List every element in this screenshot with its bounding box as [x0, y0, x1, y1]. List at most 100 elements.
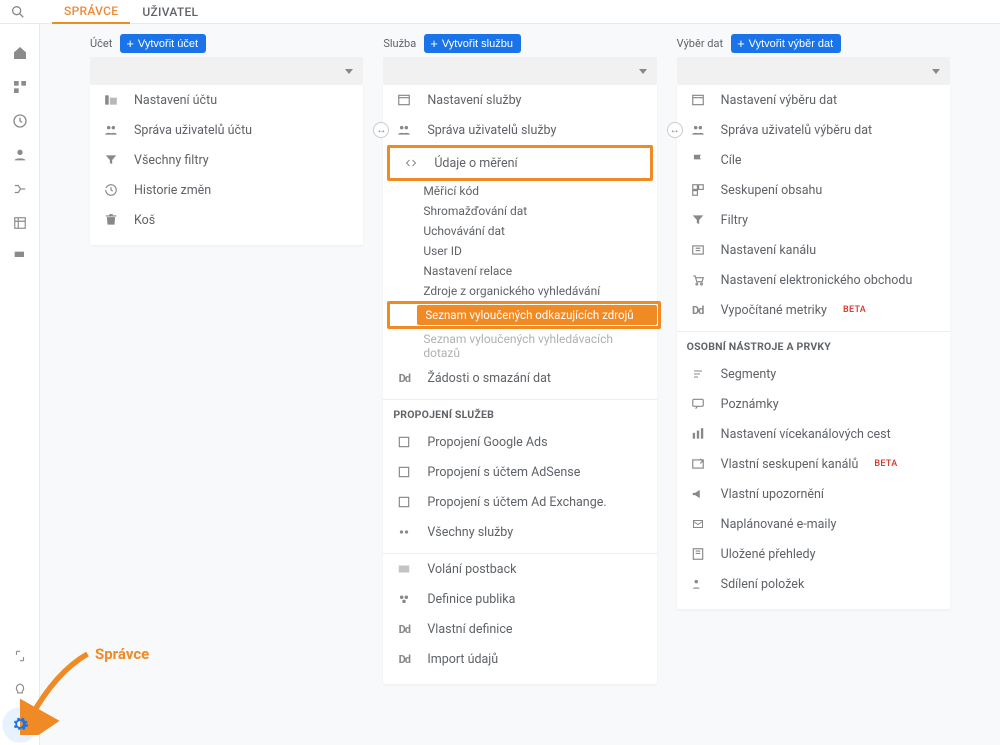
data-collection[interactable]: Shromažďování dat [415, 201, 656, 221]
custom-alerts-item[interactable]: Vlastní upozornění [677, 479, 950, 509]
channel-settings-item[interactable]: Nastavení kanálu [677, 235, 950, 265]
annotation-label: Správce [95, 645, 149, 663]
create-view-button[interactable]: +Vytvořit výběr dat [731, 34, 841, 53]
beta-badge: BETA [843, 305, 866, 315]
carry-dot[interactable]: ↔ [667, 122, 683, 138]
acquisition-icon[interactable] [11, 180, 29, 198]
tab-admin[interactable]: SPRÁVCE [52, 0, 130, 24]
filter-icon [100, 152, 122, 168]
multichannel-item[interactable]: Nastavení vícekanálových cest [677, 419, 950, 449]
custom-channel-icon [687, 456, 709, 472]
email-icon [687, 516, 709, 532]
beta-badge: BETA [874, 459, 897, 469]
home-icon[interactable] [11, 44, 29, 62]
admin-main: Účet +Vytvořit účet Nastavení účtu Správ… [40, 24, 1000, 745]
annotations-item[interactable]: Poznámky [677, 389, 950, 419]
dd-icon: Dd [393, 370, 415, 386]
account-column: Účet +Vytvořit účet Nastavení účtu Správ… [90, 34, 363, 684]
cart-icon [687, 272, 709, 288]
attribution-icon[interactable] [11, 647, 29, 665]
all-products-item[interactable]: Všechny služby [383, 517, 656, 547]
ecommerce-settings-item[interactable]: Nastavení elektronického obchodu [677, 265, 950, 295]
view-settings-item[interactable]: Nastavení výběru dat [677, 85, 950, 115]
plus-icon: + [737, 37, 745, 50]
dd-icon: Dd [687, 302, 709, 318]
search-term-exclusion[interactable]: Seznam vyloučených vyhledávacích dotazů [415, 329, 656, 363]
google-ads-link-item[interactable]: Propojení Google Ads [383, 427, 656, 457]
share-assets-item[interactable]: Sdílení položek [677, 569, 950, 599]
view-selector[interactable] [677, 57, 950, 85]
group-icon [687, 182, 709, 198]
tracking-code[interactable]: Měřicí kód [415, 181, 656, 201]
data-retention[interactable]: Uchovávání dat [415, 221, 656, 241]
discover-icon[interactable] [11, 681, 29, 699]
audience-def-item[interactable]: Definice publika [383, 584, 656, 614]
users-icon [687, 122, 709, 138]
adexchange-link-item[interactable]: Propojení s účtem Ad Exchange. [383, 487, 656, 517]
plus-icon: + [430, 37, 438, 50]
custom-def-item[interactable]: DdVlastní definice [383, 614, 656, 644]
view-filters-item[interactable]: Filtry [677, 205, 950, 235]
dd-icon: Dd [393, 651, 415, 667]
plus-icon: + [126, 37, 134, 50]
user-id[interactable]: User ID [415, 241, 656, 261]
dd-icon: Dd [393, 621, 415, 637]
conversions-icon[interactable] [11, 248, 29, 266]
history-icon [100, 182, 122, 198]
create-account-button[interactable]: +Vytvořit účet [120, 34, 206, 53]
organic-sources[interactable]: Zdroje z organického vyhledávání [415, 281, 656, 301]
property-users-item[interactable]: Správa uživatelů služby [383, 115, 656, 145]
segments-item[interactable]: Segmenty [677, 359, 950, 389]
view-label: Výběr dat [677, 37, 723, 50]
property-label: Služba [383, 37, 416, 50]
session-settings[interactable]: Nastavení relace [415, 261, 656, 281]
customization-icon[interactable] [11, 78, 29, 96]
megaphone-icon [687, 486, 709, 502]
adsense-icon [393, 464, 415, 480]
account-users-item[interactable]: Správa uživatelů účtu [90, 115, 363, 145]
settings-icon [687, 92, 709, 108]
postback-item[interactable]: Volání postback [383, 554, 656, 584]
property-selector[interactable] [383, 57, 656, 85]
custom-channel-item[interactable]: Vlastní seskupení kanálůBETA [677, 449, 950, 479]
tracking-info-item[interactable]: Údaje o měření [387, 145, 652, 181]
view-users-item[interactable]: Správa uživatelů výběru dat [677, 115, 950, 145]
search-icon[interactable] [10, 4, 26, 20]
property-settings-item[interactable]: Nastavení služby [383, 85, 656, 115]
content-grouping-item[interactable]: Seskupení obsahu [677, 175, 950, 205]
settings-icon [393, 92, 415, 108]
segments-icon [687, 366, 709, 382]
share-icon [687, 576, 709, 592]
adsense-link-item[interactable]: Propojení s účtem AdSense [383, 457, 656, 487]
scheduled-emails-item[interactable]: Naplánované e-maily [677, 509, 950, 539]
account-selector[interactable] [90, 57, 363, 85]
audience-icon[interactable] [11, 146, 29, 164]
link-icon [393, 524, 415, 540]
account-settings-item[interactable]: Nastavení účtu [90, 85, 363, 115]
calc-metrics-item[interactable]: DdVypočítané metrikyBETA [677, 295, 950, 325]
referral-exclusion-highlight: Seznam vyloučených odkazujících zdrojů [387, 301, 660, 329]
account-label: Účet [90, 37, 112, 50]
adexchange-icon [393, 494, 415, 510]
goals-item[interactable]: Cíle [677, 145, 950, 175]
account-trash-item[interactable]: Koš [90, 205, 363, 235]
account-filters-item[interactable]: Všechny filtry [90, 145, 363, 175]
account-settings-icon [100, 92, 122, 108]
left-rail [0, 24, 40, 745]
tab-user[interactable]: UŽIVATEL [130, 0, 210, 23]
ads-icon [393, 434, 415, 450]
account-history-item[interactable]: Historie změn [90, 175, 363, 205]
personal-tools-header: OSOBNÍ NÁSTROJE A PRVKY [677, 331, 950, 359]
property-column: ↔ Služba +Vytvořit službu Nastavení služ… [383, 34, 656, 684]
create-property-button[interactable]: +Vytvořit službu [424, 34, 521, 53]
data-import-item[interactable]: DdImport údajů [383, 644, 656, 674]
referral-exclusion-list[interactable]: Seznam vyloučených odkazujících zdrojů [417, 305, 656, 325]
notes-icon [687, 396, 709, 412]
saved-icon [687, 546, 709, 562]
behavior-icon[interactable] [11, 214, 29, 232]
saved-reports-item[interactable]: Uložené přehledy [677, 539, 950, 569]
gear-icon[interactable] [11, 715, 29, 733]
tracking-subitems: Měřicí kód Shromažďování dat Uchovávání … [383, 181, 656, 363]
realtime-icon[interactable] [11, 112, 29, 130]
deletion-requests-item[interactable]: DdŽádosti o smazání dat [383, 363, 656, 393]
